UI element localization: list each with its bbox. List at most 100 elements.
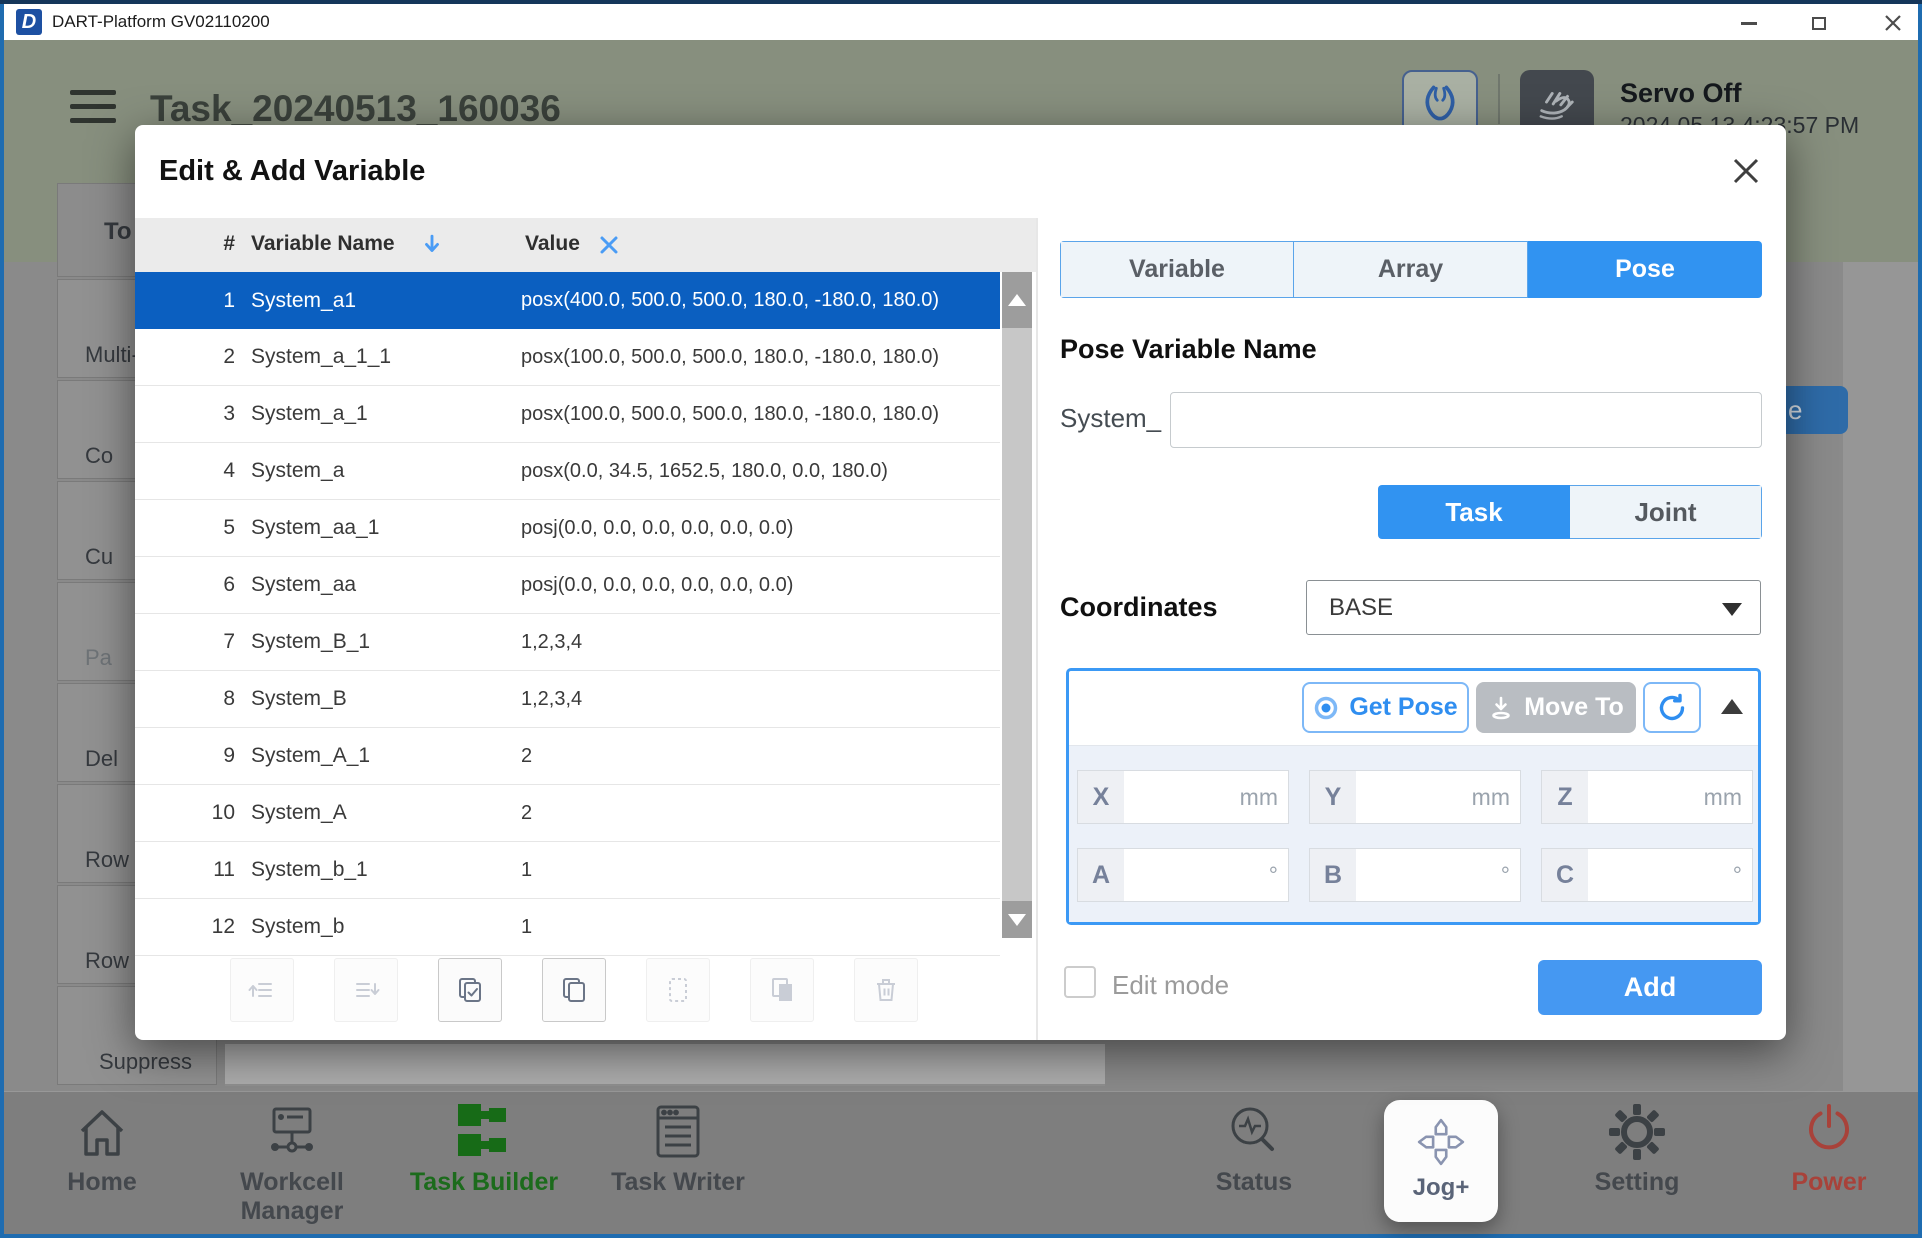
tab-pose[interactable]: Pose bbox=[1528, 241, 1762, 298]
paste-button[interactable] bbox=[646, 958, 710, 1022]
row-value: 2 bbox=[521, 745, 1000, 768]
nav-workcell-manager[interactable]: Workcell Manager bbox=[187, 1100, 397, 1226]
b-input[interactable] bbox=[1356, 849, 1501, 901]
background-task-area bbox=[225, 1044, 1105, 1086]
tab-array[interactable]: Array bbox=[1294, 241, 1528, 298]
space-type-toggle: Task Joint bbox=[1378, 485, 1762, 539]
close-icon bbox=[1731, 156, 1761, 186]
x-input[interactable] bbox=[1124, 771, 1240, 823]
nav-label: Power bbox=[1724, 1168, 1922, 1197]
row-value: posx(400.0, 500.0, 500.0, 180.0, -180.0,… bbox=[521, 289, 1000, 312]
window-titlebar: D DART-Platform GV02110200 bbox=[4, 4, 1918, 40]
row-index: 11 bbox=[135, 858, 235, 882]
table-row[interactable]: 8System_B1,2,3,4 bbox=[135, 671, 1000, 728]
duplicate-button[interactable] bbox=[750, 958, 814, 1022]
table-row[interactable]: 7System_B_11,2,3,4 bbox=[135, 614, 1000, 671]
nav-power[interactable]: Power bbox=[1724, 1100, 1922, 1197]
row-value: posj(0.0, 0.0, 0.0, 0.0, 0.0, 0.0) bbox=[521, 574, 1000, 597]
add-button[interactable]: Add bbox=[1538, 960, 1762, 1015]
row-name: System_aa_1 bbox=[251, 516, 521, 540]
row-value: posj(0.0, 0.0, 0.0, 0.0, 0.0, 0.0) bbox=[521, 517, 1000, 540]
delete-button[interactable] bbox=[854, 958, 918, 1022]
minimize-button[interactable] bbox=[1735, 9, 1763, 37]
field-unit: ° bbox=[1269, 849, 1288, 901]
table-row[interactable]: 3System_a_1posx(100.0, 500.0, 500.0, 180… bbox=[135, 386, 1000, 443]
nav-label: Home bbox=[0, 1168, 207, 1197]
table-row[interactable]: 10System_A2 bbox=[135, 785, 1000, 842]
table-row[interactable]: 5 System_aa_1posj(0.0, 0.0, 0.0, 0.0, 0.0… bbox=[135, 500, 1000, 557]
sort-descending-icon[interactable] bbox=[421, 233, 443, 263]
row-name: System_a bbox=[251, 459, 521, 483]
nav-task-builder-active[interactable]: Task Builder bbox=[379, 1100, 589, 1197]
row-name: System_a_1_1 bbox=[251, 345, 521, 369]
close-window-button[interactable] bbox=[1879, 9, 1907, 37]
z-input[interactable] bbox=[1588, 771, 1704, 823]
nav-jog-button[interactable]: Jog+ bbox=[1384, 1100, 1498, 1222]
refresh-pose-button[interactable] bbox=[1643, 682, 1701, 733]
maximize-button[interactable] bbox=[1805, 9, 1833, 37]
move-to-label: Move To bbox=[1524, 693, 1624, 722]
c-input[interactable] bbox=[1588, 849, 1733, 901]
menu-icon[interactable] bbox=[70, 90, 116, 132]
task-writer-icon bbox=[646, 1100, 710, 1164]
header-divider bbox=[1498, 74, 1500, 124]
copy-button[interactable] bbox=[542, 958, 606, 1022]
table-row[interactable]: 1System_a1posx(400.0, 500.0, 500.0, 180.… bbox=[135, 272, 1000, 329]
edit-add-variable-dialog: Edit & Add Variable # Variable Name Valu… bbox=[135, 125, 1786, 1040]
move-to-button[interactable]: Move To bbox=[1476, 682, 1636, 733]
field-label: A bbox=[1078, 849, 1124, 901]
move-down-list-button[interactable] bbox=[334, 958, 398, 1022]
toggle-task[interactable]: Task bbox=[1378, 485, 1570, 539]
nav-home[interactable]: Home bbox=[0, 1100, 207, 1197]
nav-task-writer[interactable]: Task Writer bbox=[573, 1100, 783, 1197]
gear-icon bbox=[1605, 1100, 1669, 1164]
window-title: DART-Platform GV02110200 bbox=[52, 12, 270, 32]
row-index: 7 bbox=[135, 630, 235, 654]
scrollbar-down-button[interactable] bbox=[1002, 901, 1032, 938]
row-name: System_A_1 bbox=[251, 744, 521, 768]
collapse-panel-icon[interactable] bbox=[1721, 699, 1743, 714]
status-icon bbox=[1222, 1100, 1286, 1164]
move-up-list-button[interactable] bbox=[230, 958, 294, 1022]
sidebar-item-label: Cu bbox=[85, 544, 113, 570]
row-value: posx(100.0, 500.0, 500.0, 180.0, -180.0,… bbox=[521, 346, 1000, 369]
edit-mode-checkbox[interactable] bbox=[1064, 966, 1096, 998]
sidebar-item-label: Pa bbox=[85, 645, 112, 671]
y-input[interactable] bbox=[1356, 771, 1472, 823]
table-row[interactable]: 12System_b1 bbox=[135, 899, 1000, 956]
column-value: Value bbox=[525, 232, 580, 256]
table-row[interactable]: 4System_aposx(0.0, 34.5, 1652.5, 180.0, … bbox=[135, 443, 1000, 500]
task-name-title: Task_20240513_160036 bbox=[150, 88, 561, 130]
table-row[interactable]: 11System_b_11 bbox=[135, 842, 1000, 899]
toggle-joint[interactable]: Joint bbox=[1570, 485, 1762, 539]
table-row[interactable]: 6System_aaposj(0.0, 0.0, 0.0, 0.0, 0.0, … bbox=[135, 557, 1000, 614]
tab-variable[interactable]: Variable bbox=[1060, 241, 1294, 298]
a-input[interactable] bbox=[1124, 849, 1269, 901]
main-navigation: Home Workcell Manager Task Builder Tas bbox=[4, 1091, 1918, 1234]
sidebar-item-label: Del bbox=[85, 746, 118, 772]
field-label: Z bbox=[1542, 771, 1588, 823]
app-logo-icon: D bbox=[16, 9, 42, 35]
coordinates-dropdown[interactable]: BASE bbox=[1306, 580, 1761, 635]
variable-name-input[interactable] bbox=[1170, 392, 1762, 448]
scrollbar-up-button[interactable] bbox=[1002, 272, 1032, 328]
add-label: Add bbox=[1624, 972, 1676, 1003]
dialog-close-button[interactable] bbox=[1728, 153, 1764, 189]
column-variable-name: Variable Name bbox=[251, 232, 395, 256]
table-toolbar bbox=[230, 958, 918, 1022]
row-index: 5 bbox=[135, 516, 235, 540]
table-row[interactable]: 9 System_A_12 bbox=[135, 728, 1000, 785]
scrollbar-track[interactable] bbox=[1002, 328, 1032, 901]
jog-dpad-icon bbox=[1413, 1114, 1469, 1170]
row-name: System_b_1 bbox=[251, 858, 521, 882]
row-index: 9 bbox=[135, 744, 235, 768]
copy-checked-button[interactable] bbox=[438, 958, 502, 1022]
edit-mode-label: Edit mode bbox=[1112, 970, 1229, 1001]
get-pose-button[interactable]: Get Pose bbox=[1302, 682, 1469, 733]
clear-filter-icon[interactable] bbox=[599, 235, 619, 261]
table-row[interactable]: 2System_a_1_1posx(100.0, 500.0, 500.0, 1… bbox=[135, 329, 1000, 386]
paste-icon bbox=[662, 974, 694, 1006]
row-index: 12 bbox=[135, 915, 235, 939]
nav-status[interactable]: Status bbox=[1149, 1100, 1359, 1197]
nav-setting[interactable]: Setting bbox=[1532, 1100, 1742, 1197]
